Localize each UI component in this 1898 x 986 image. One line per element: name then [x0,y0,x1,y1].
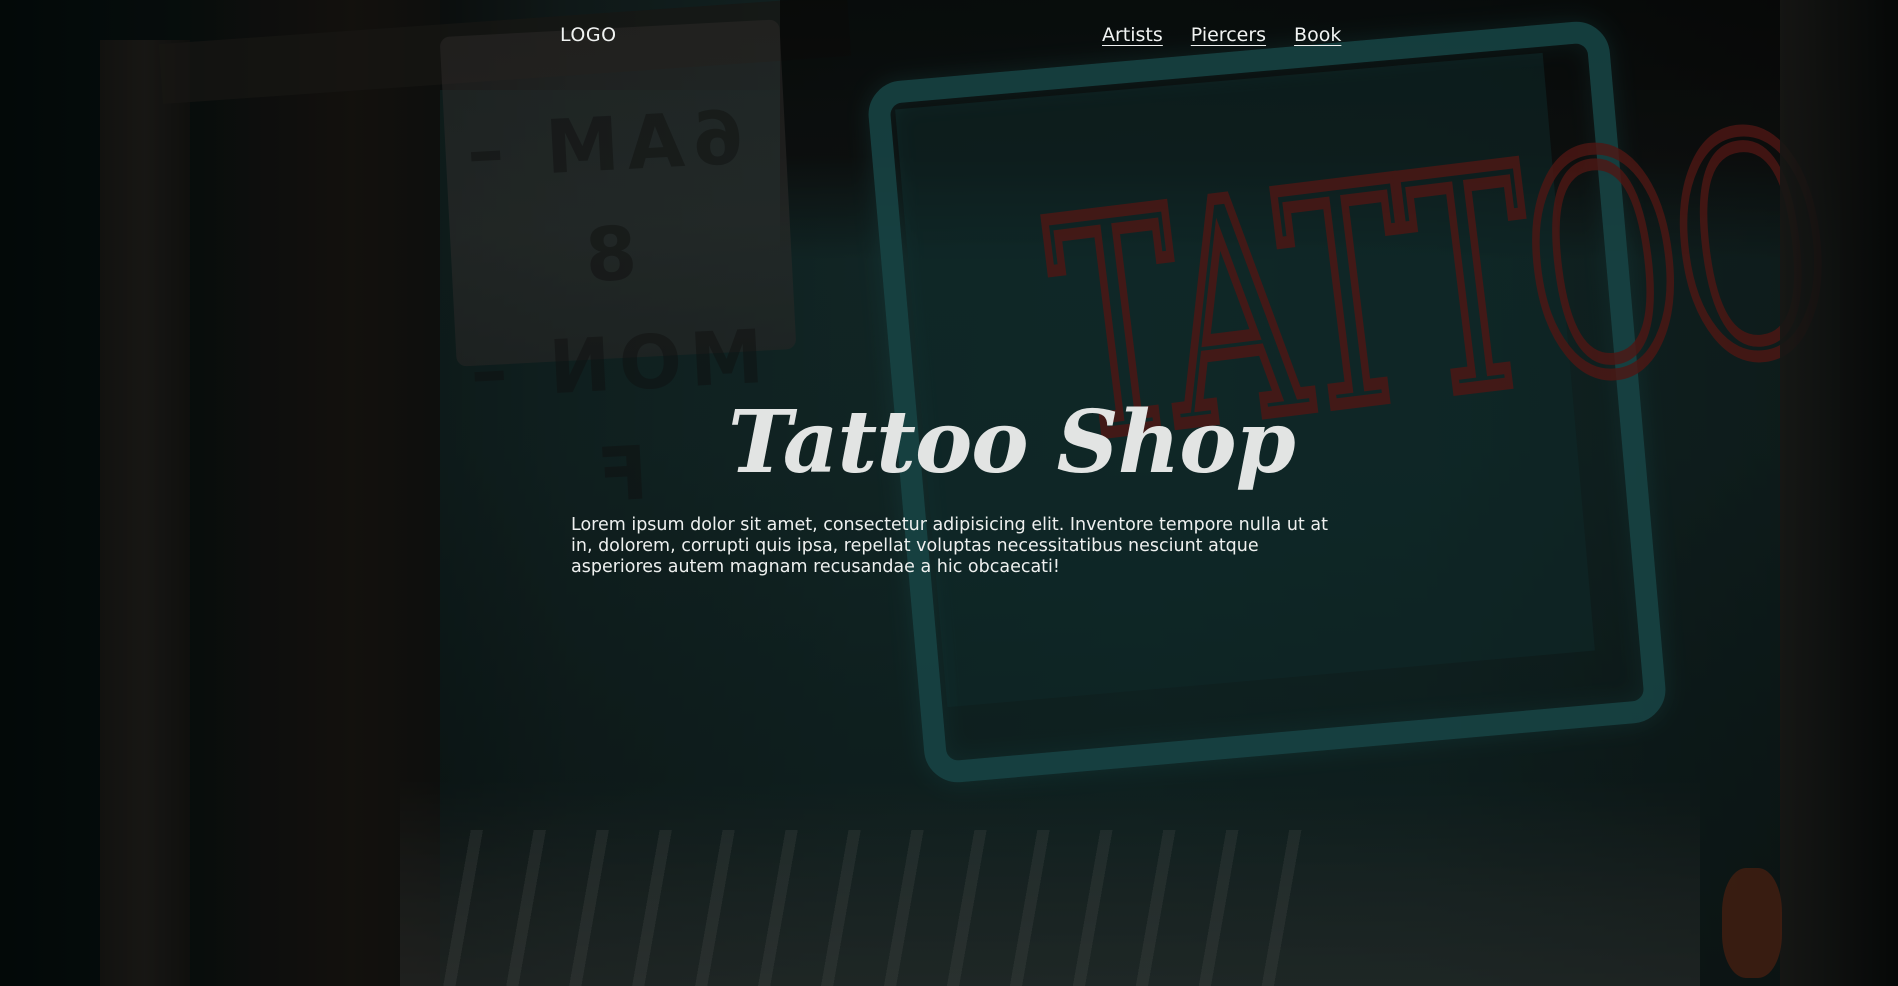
nav-link-artists[interactable]: Artists [1102,24,1163,46]
main-nav: Artists Piercers Book [1102,24,1341,46]
site-logo[interactable]: LOGO [560,24,617,46]
hero-title: Tattoo Shop [728,392,1296,493]
landing-page: 6AM – 8 MON – F TATTOO LOGO Artists Pierc… [0,0,1898,986]
site-header: LOGO Artists Piercers Book [0,22,1898,52]
nav-link-piercers[interactable]: Piercers [1191,24,1266,46]
hero-description: Lorem ipsum dolor sit amet, consectetur … [571,515,1328,577]
dark-overlay [0,0,1898,986]
nav-link-book[interactable]: Book [1294,24,1341,46]
